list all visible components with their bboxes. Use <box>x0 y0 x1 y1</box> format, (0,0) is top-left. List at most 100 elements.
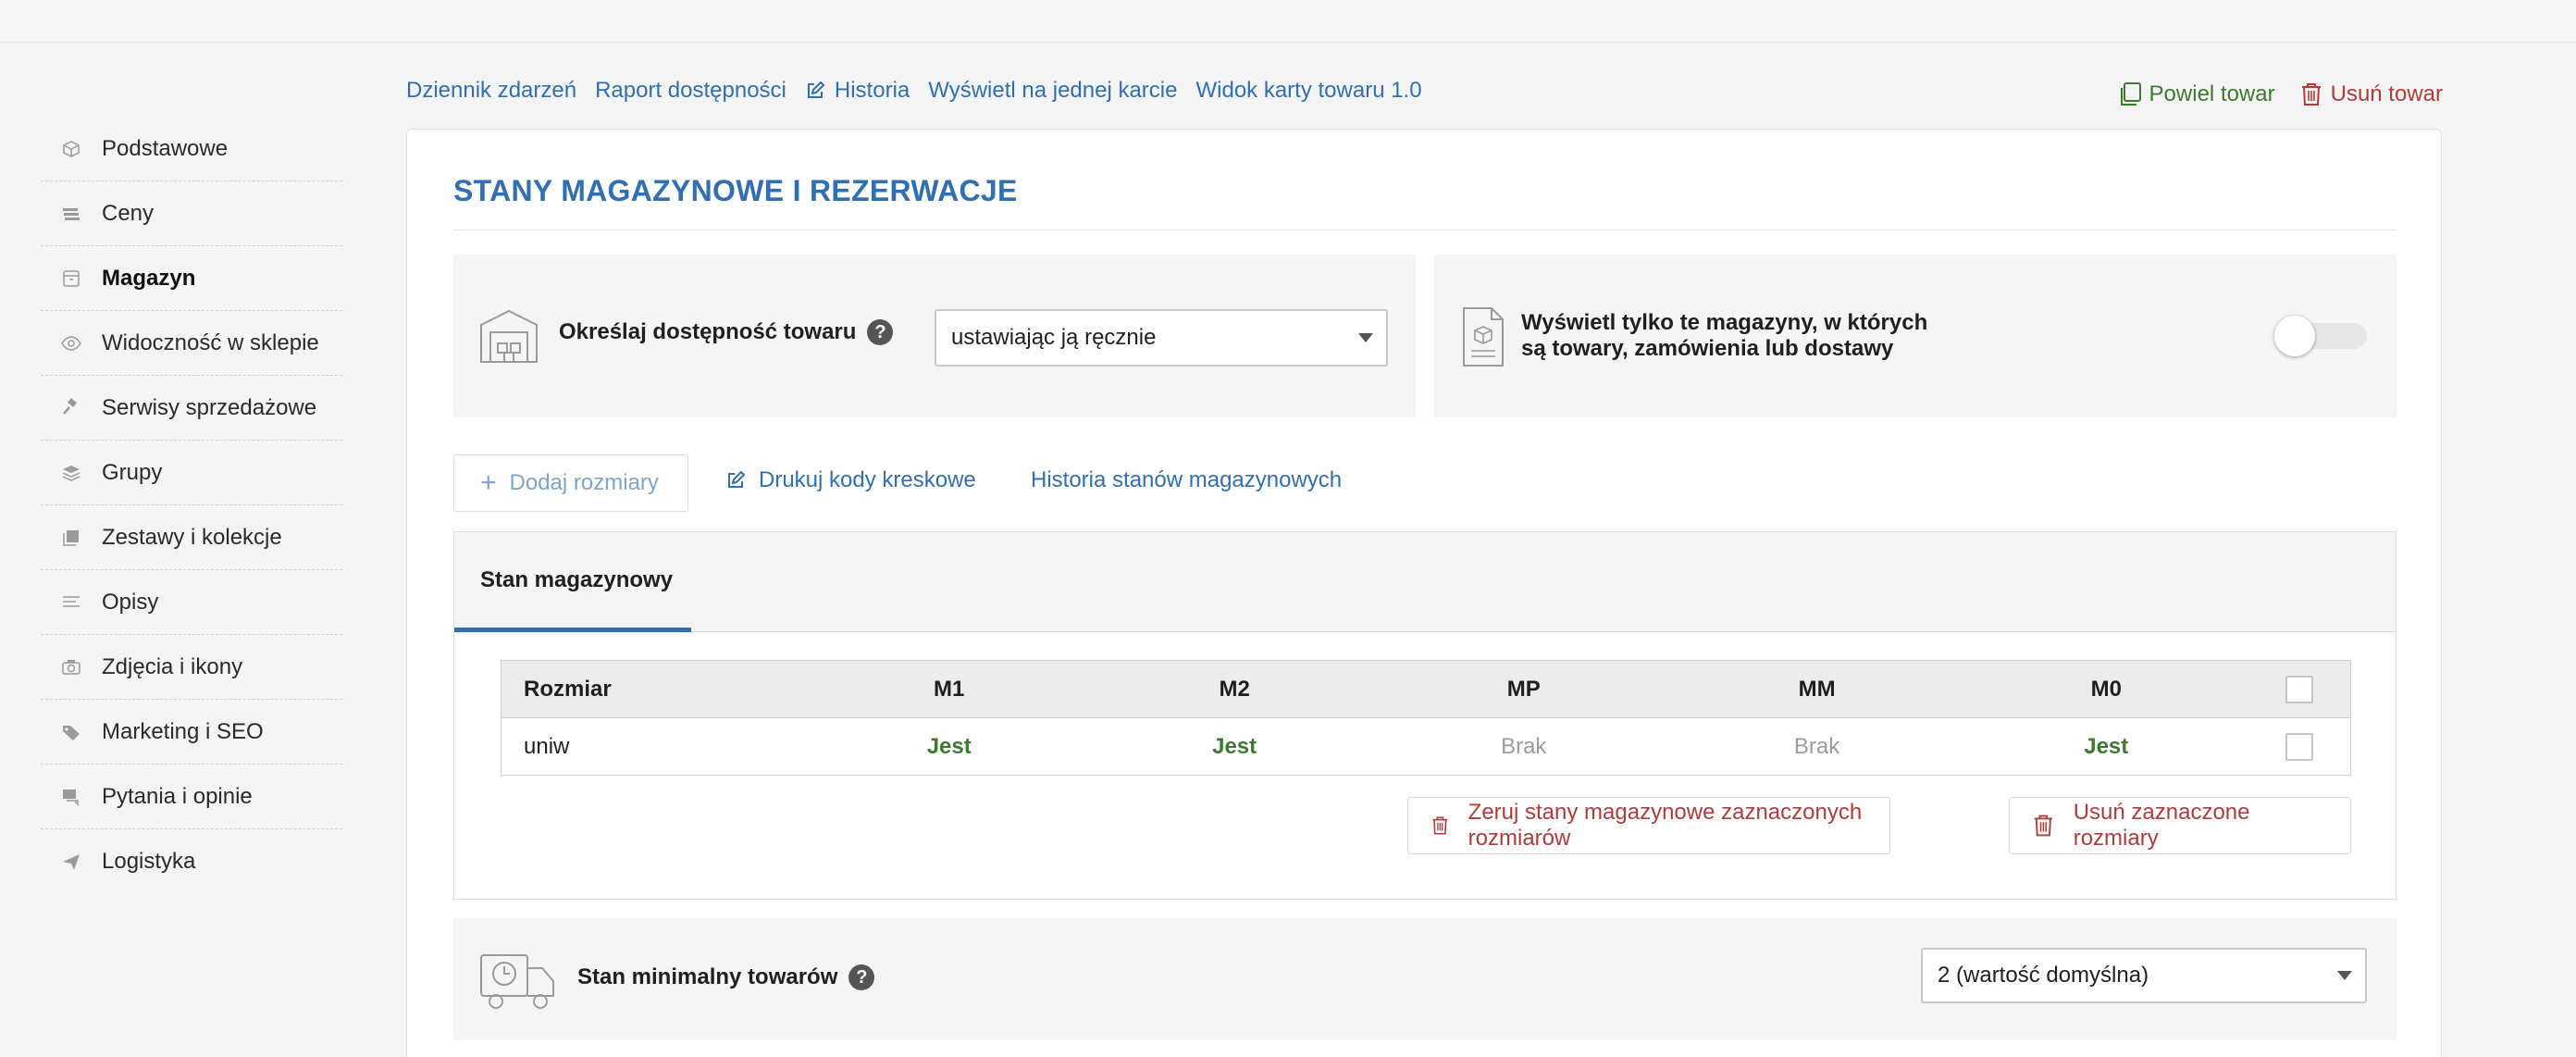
product-actions: Powiel towar Usuń towar <box>2094 81 2443 107</box>
chat-icon <box>41 787 102 807</box>
sidebar-item-label: Ceny <box>102 200 155 226</box>
top-bar <box>0 0 2576 43</box>
column-header: M0 <box>1963 660 2249 718</box>
top-links: Dziennik zdarzeń Raport dostępności Hist… <box>406 78 1441 104</box>
row-checkbox[interactable] <box>2285 732 2314 761</box>
sidebar-item-zestawy[interactable]: Zestawy i kolekcje <box>41 505 342 570</box>
availability-select-value: ustawiając ją ręcznie <box>951 325 1157 350</box>
chevron-down-icon <box>2337 971 2352 980</box>
sidebar: Podstawowe Ceny Magazyn Widoczność w skl… <box>41 117 342 894</box>
sidebar-item-label: Podstawowe <box>102 135 229 161</box>
availability-panel: Określaj dostępność towaru ? ustawiając … <box>453 255 1416 417</box>
select-all-checkbox[interactable] <box>2285 675 2314 703</box>
delete-product-button[interactable]: Usuń towar <box>2299 81 2443 107</box>
stock-tabs: Stan magazynowy Rozmiar M1 M2 MP MM M0 u… <box>453 531 2396 900</box>
sidebar-item-label: Serwisy sprzedażowe <box>102 394 317 420</box>
camera-icon <box>41 657 102 678</box>
availability-select[interactable]: ustawiając ją ręcznie <box>935 309 1388 367</box>
stock-status-cell: Jest <box>1963 717 2249 776</box>
history-link-label: Historia <box>834 78 910 103</box>
card-view-link[interactable]: Widok karty towaru 1.0 <box>1195 78 1421 104</box>
document-box-icon <box>1462 306 1505 372</box>
sidebar-item-opisy[interactable]: Opisy <box>41 570 342 635</box>
text-lines-icon <box>41 592 102 613</box>
warehouse-icon <box>41 268 102 289</box>
edit-icon <box>807 81 825 98</box>
sidebar-item-widocznosc[interactable]: Widoczność w sklepie <box>41 311 342 376</box>
sidebar-item-pytania[interactable]: Pytania i opinie <box>41 765 342 829</box>
warehouse-filter-toggle[interactable] <box>2274 316 2367 356</box>
sidebar-item-grupy[interactable]: Grupy <box>41 441 342 505</box>
eye-icon <box>41 333 102 354</box>
collection-icon <box>41 528 102 548</box>
sidebar-item-logistyka[interactable]: Logistyka <box>41 829 342 894</box>
delete-sizes-button[interactable]: Usuń zaznaczone rozmiary <box>2009 797 2351 854</box>
sidebar-item-serwisy[interactable]: Serwisy sprzedażowe <box>41 376 342 441</box>
availability-report-link[interactable]: Raport dostępności <box>595 78 786 104</box>
edit-icon <box>728 470 746 488</box>
single-card-link[interactable]: Wyświetl na jednej karcie <box>928 78 1177 104</box>
sidebar-item-label: Grupy <box>102 459 163 485</box>
sidebar-item-label: Zestawy i kolekcje <box>102 524 282 550</box>
stock-history-label: Historia stanów magazynowych <box>1031 467 1343 492</box>
add-sizes-button[interactable]: + Dodaj rozmiary <box>453 454 688 512</box>
warehouse-building-icon <box>479 308 539 370</box>
column-header: Rozmiar <box>501 660 807 718</box>
select-all-cell <box>2248 660 2351 718</box>
paper-plane-icon <box>41 852 102 872</box>
add-sizes-label: Dodaj rozmiary <box>509 470 659 495</box>
table-header-row: Rozmiar M1 M2 MP MM M0 <box>501 660 2351 718</box>
sidebar-item-label: Pytania i opinie <box>102 783 253 809</box>
sidebar-item-zdjecia[interactable]: Zdjęcia i ikony <box>41 635 342 700</box>
zero-stock-label: Zeruj stany magazynowe zaznaczonych rozm… <box>1468 800 1863 851</box>
stock-table: Rozmiar M1 M2 MP MM M0 uniw Jest Jest Br… <box>501 660 2351 776</box>
stock-history-link[interactable]: Historia stanów magazynowych <box>1031 467 1342 493</box>
availability-label-row: Określaj dostępność towaru ? <box>559 319 894 345</box>
size-cell: uniw <box>501 717 807 776</box>
stock-card: STANY MAGAZYNOWE I REZERWACJE Określaj d… <box>406 129 2442 1057</box>
sidebar-item-podstawowe[interactable]: Podstawowe <box>41 117 342 181</box>
event-log-link[interactable]: Dziennik zdarzeń <box>406 78 576 104</box>
warehouse-filter-panel: Wyświetl tylko te magazyny, w których są… <box>1434 255 2396 417</box>
trash-icon <box>2034 815 2052 837</box>
min-stock-select[interactable]: 2 (wartość domyślna) <box>1921 948 2367 1003</box>
trash-icon <box>2301 83 2321 106</box>
help-icon[interactable]: ? <box>867 319 894 345</box>
tags-icon <box>41 722 102 742</box>
duplicate-product-button[interactable]: Powiel towar <box>2118 81 2275 107</box>
help-icon[interactable]: ? <box>848 964 875 990</box>
sidebar-item-magazyn[interactable]: Magazyn <box>41 246 342 311</box>
plus-icon: + <box>480 467 497 498</box>
delete-sizes-label: Usuń zaznaczone rozmiary <box>2073 800 2250 851</box>
toggle-knob <box>2274 316 2315 356</box>
table-row: uniw Jest Jest Brak Brak Jest <box>501 717 2351 776</box>
box-icon <box>41 139 102 159</box>
min-stock-panel: Stan minimalny towarów ? 2 (wartość domy… <box>453 918 2396 1040</box>
sidebar-item-label: Marketing i SEO <box>102 718 264 744</box>
chevron-down-icon <box>1358 333 1373 342</box>
gavel-icon <box>41 397 102 418</box>
min-stock-label-row: Stan minimalny towarów ? <box>577 964 875 990</box>
duplicate-product-label: Powiel towar <box>2149 81 2275 106</box>
sidebar-item-label: Logistyka <box>102 849 196 874</box>
print-barcodes-link[interactable]: Drukuj kody kreskowe <box>725 467 976 493</box>
sidebar-item-marketing[interactable]: Marketing i SEO <box>41 700 342 765</box>
sidebar-item-label: Opisy <box>102 589 159 615</box>
sidebar-item-label: Magazyn <box>102 265 196 291</box>
min-stock-label: Stan minimalny towarów <box>577 964 838 989</box>
column-header: M1 <box>806 660 1092 718</box>
zero-stock-button[interactable]: Zeruj stany magazynowe zaznaczonych rozm… <box>1407 797 1890 854</box>
trash-icon <box>1432 816 1448 835</box>
warehouse-filter-label: Wyświetl tylko te magazyny, w których są… <box>1521 310 1928 361</box>
copy-icon <box>2120 82 2141 106</box>
availability-label: Określaj dostępność towaru <box>559 319 857 344</box>
tab-stan-magazynowy[interactable]: Stan magazynowy <box>454 532 691 632</box>
sidebar-item-ceny[interactable]: Ceny <box>41 181 342 246</box>
column-header: MP <box>1377 660 1671 718</box>
stock-status-cell: Jest <box>806 717 1092 776</box>
column-header: M2 <box>1091 660 1378 718</box>
history-link[interactable]: Historia <box>805 78 910 104</box>
delete-product-label: Usuń towar <box>2330 81 2443 106</box>
column-header: MM <box>1670 660 1964 718</box>
min-stock-select-value: 2 (wartość domyślna) <box>1938 963 2149 988</box>
